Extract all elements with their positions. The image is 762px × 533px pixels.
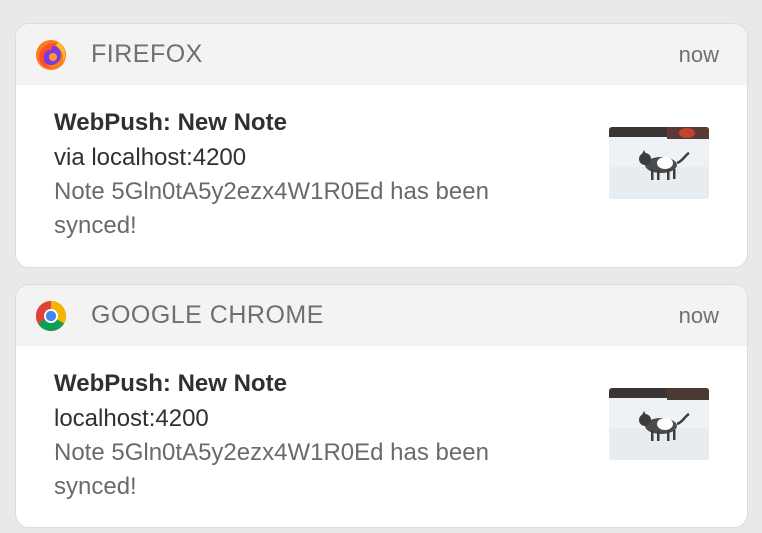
notification-message: Note 5Gln0tA5y2ezx4W1R0Ed has been synce…	[54, 178, 489, 239]
cat-in-snow-thumbnail	[609, 388, 709, 460]
notification-header: FIREFOX now	[16, 24, 747, 85]
notification-header: GOOGLE CHROME now	[16, 285, 747, 346]
notification-chrome[interactable]: GOOGLE CHROME now WebPush: New Note loca…	[15, 284, 748, 528]
notification-firefox[interactable]: FIREFOX now WebPush: New Note via localh…	[15, 23, 748, 268]
app-name: GOOGLE CHROME	[91, 301, 324, 329]
notification-message: Note 5Gln0tA5y2ezx4W1R0Ed has been synce…	[54, 439, 489, 500]
timestamp: now	[678, 41, 719, 67]
firefox-icon	[34, 38, 68, 72]
notification-body: WebPush: New Note localhost:4200 Note 5G…	[16, 346, 747, 504]
app-name: FIREFOX	[91, 40, 203, 68]
timestamp: now	[678, 302, 719, 328]
chrome-icon	[34, 299, 68, 333]
notification-body: WebPush: New Note via localhost:4200 Not…	[16, 85, 747, 243]
cat-in-snow-thumbnail	[609, 127, 709, 199]
